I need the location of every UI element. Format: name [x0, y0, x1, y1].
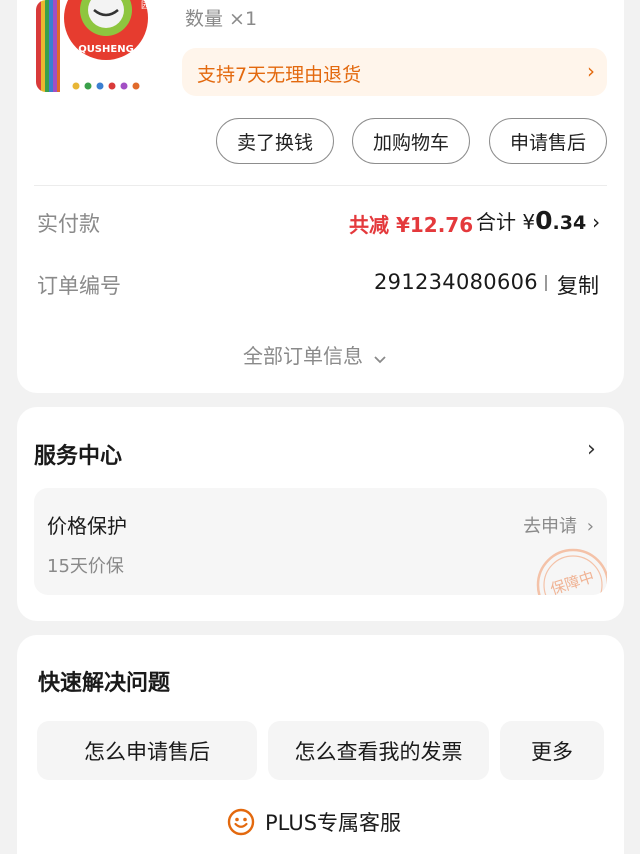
chevron-right-icon: ›: [592, 210, 601, 234]
copy-button[interactable]: 复制: [557, 270, 599, 300]
return-policy-bar[interactable]: 支持7天无理由退货 ›: [182, 48, 607, 96]
chevron-right-icon: ›: [586, 516, 594, 537]
apply-link[interactable]: 去申请 ›: [523, 512, 594, 538]
plus-service-label: PLUS专属客服: [265, 811, 402, 835]
smiley-service-icon: [227, 808, 255, 836]
how-to-view-invoice-button[interactable]: 怎么查看我的发票: [268, 721, 489, 780]
protected-stamp-icon: 保障中: [536, 548, 607, 595]
chevron-down-icon: [373, 346, 387, 370]
discount-amount: 共减 ¥12.76: [349, 213, 474, 237]
price-protection-card[interactable]: 价格保护 15天价保 去申请 › 保障中: [34, 488, 607, 595]
thumb-brand-text: QUSHENG: [78, 44, 134, 55]
total-prefix: 合计 ¥: [476, 210, 536, 234]
all-order-info-toggle[interactable]: 全部订单信息: [243, 340, 387, 370]
more-button[interactable]: 更多: [500, 721, 604, 780]
separator: [545, 275, 547, 291]
paid-amount-label: 实付款: [37, 212, 100, 236]
service-center-title: 服务中心: [34, 444, 123, 469]
price-protection-title: 价格保护: [47, 514, 127, 538]
quick-solve-card: 快速解决问题 怎么申请售后 怎么查看我的发票 更多 PLUS专属客服: [17, 635, 624, 854]
total-integer: 0: [535, 206, 553, 235]
order-number-label: 订单编号: [37, 274, 121, 298]
how-to-after-sale-button[interactable]: 怎么申请售后: [37, 721, 257, 780]
after-sale-button[interactable]: 申请售后: [489, 118, 607, 164]
chevron-right-icon[interactable]: ›: [587, 437, 596, 462]
total-decimal: .34: [552, 212, 587, 234]
all-order-info-label: 全部订单信息: [243, 344, 363, 368]
price-protection-subtitle: 15天价保: [47, 556, 124, 577]
order-card: QUSHENG 园活力 数量 ×1 支持7天无理由退货 › 卖了换钱 加购物车 …: [17, 0, 624, 393]
quick-solve-title: 快速解决问题: [38, 671, 171, 696]
apply-label: 去申请: [523, 516, 578, 537]
service-center-card: 服务中心 › 价格保护 15天价保 去申请 › 保障中: [17, 407, 624, 621]
plus-customer-service[interactable]: PLUS专属客服: [227, 805, 401, 839]
stamp-text: 保障中: [548, 568, 596, 595]
return-policy-text: 支持7天无理由退货: [197, 64, 362, 86]
add-to-cart-button[interactable]: 加购物车: [352, 118, 470, 164]
thumb-top-text: 园活力: [141, 0, 164, 11]
product-thumbnail[interactable]: QUSHENG 园活力: [36, 0, 164, 92]
divider: [34, 185, 607, 186]
chevron-right-icon: ›: [587, 59, 595, 83]
quantity-label: 数量 ×1: [185, 8, 258, 30]
total-amount[interactable]: 合计 ¥0.34 ›: [476, 206, 600, 235]
sell-button[interactable]: 卖了换钱: [216, 118, 334, 164]
product-image-icon: QUSHENG 园活力: [36, 0, 164, 92]
order-number: 291234080606: [374, 270, 538, 294]
